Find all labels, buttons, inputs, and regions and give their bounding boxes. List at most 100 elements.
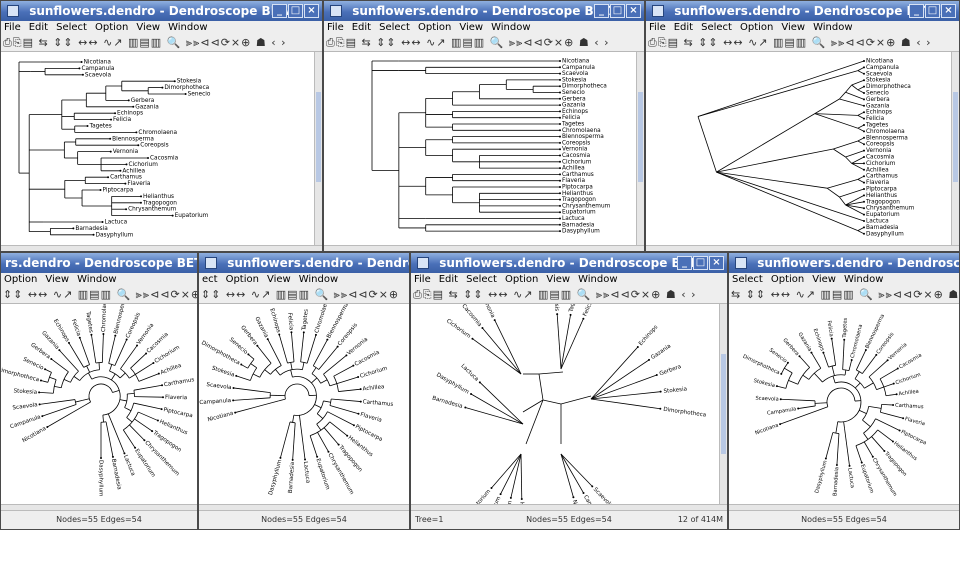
close-button[interactable]: × (304, 4, 319, 18)
leaf-node[interactable] (559, 230, 561, 233)
menu-file[interactable]: File (649, 22, 666, 33)
title-bar[interactable]: sunflowers.dendro - Dendroscope BETA _ □… (324, 1, 644, 21)
leaf-node[interactable] (359, 388, 362, 391)
leaf-node[interactable] (80, 61, 83, 63)
leaf-node[interactable] (114, 334, 117, 337)
leaf-node[interactable] (357, 412, 360, 415)
taxon-label[interactable]: Scaevola (206, 382, 232, 391)
leaf-node[interactable] (493, 319, 496, 322)
menu-select[interactable]: Select (732, 274, 763, 285)
taxon-label[interactable]: Nicotiana (562, 59, 590, 65)
taxon-label[interactable]: Cacosmia (562, 153, 591, 159)
leaf-node[interactable] (171, 214, 174, 217)
leaf-node[interactable] (147, 157, 150, 159)
dendroscope-window-circular-phylogram[interactable]: sunflowers.dendro - Dendroscope B Select… (728, 252, 960, 530)
taxon-label[interactable]: Eupatorium (562, 210, 596, 216)
taxon-label[interactable]: Echinops (812, 328, 826, 352)
leaf-node[interactable] (123, 452, 126, 455)
leaf-node[interactable] (326, 338, 329, 341)
taxon-label[interactable]: Scaevola (12, 402, 38, 411)
scroll-thumb[interactable] (721, 354, 726, 454)
leaf-node[interactable] (81, 73, 84, 76)
taxon-label[interactable]: Chromolaena (314, 304, 331, 334)
taxon-label[interactable]: Chrysanthemum (562, 203, 611, 209)
leaf-node[interactable] (863, 66, 865, 69)
taxon-label[interactable]: Blennosperma (562, 134, 604, 140)
leaf-node[interactable] (582, 317, 585, 320)
leaf-node[interactable] (810, 351, 813, 354)
taxon-label[interactable]: Gerbera (781, 337, 800, 357)
maximize-button[interactable]: □ (693, 256, 708, 270)
vertical-scrollbar[interactable] (951, 52, 959, 245)
leaf-node[interactable] (481, 327, 484, 330)
leaf-node[interactable] (125, 338, 128, 341)
taxon-label[interactable]: Senecio (866, 91, 889, 97)
leaf-node[interactable] (161, 384, 164, 387)
toolbar[interactable]: ⎙⎘▤ ⇆ ⇕⇕ ↔↔ ∿↗ ▥▤▥ 🔍 ⫸⫸⊲⊲⟳⨯⊕ ☗ ‹ › (411, 287, 727, 304)
taxon-label[interactable]: Nicotiana (866, 59, 894, 65)
taxon-label[interactable]: Campanula (10, 414, 42, 430)
leaf-node[interactable] (137, 144, 140, 147)
taxon-label[interactable]: Dimorphotheca (663, 407, 707, 419)
leaf-node[interactable] (875, 353, 878, 356)
taxon-label[interactable]: Chromolaena (866, 129, 905, 135)
menu-option[interactable]: Option (505, 274, 538, 285)
leaf-node[interactable] (490, 486, 493, 489)
taxon-label[interactable]: Stokesia (13, 388, 37, 395)
taxon-label[interactable]: Carthamus (562, 172, 594, 178)
taxon-label[interactable]: Senecio (228, 337, 249, 356)
taxon-label[interactable]: Cichorium (895, 372, 922, 386)
menu-option[interactable]: Option (771, 274, 804, 285)
leaf-node[interactable] (559, 217, 561, 220)
taxon-label[interactable]: Tagetes (842, 317, 849, 338)
leaf-node[interactable] (559, 179, 561, 182)
leaf-node[interactable] (871, 455, 874, 458)
taxon-label[interactable]: Helianthus (866, 193, 897, 199)
menu-select[interactable]: Select (56, 22, 87, 33)
leaf-node[interactable] (78, 67, 81, 70)
taxon-label[interactable]: Barnadesia (75, 226, 108, 232)
leaf-node[interactable] (636, 345, 639, 348)
taxon-label[interactable]: Campanula (767, 406, 797, 416)
horizontal-scrollbar[interactable] (1, 245, 322, 251)
leaf-node[interactable] (779, 398, 782, 401)
menu-view[interactable]: View (45, 274, 69, 285)
taxon-label[interactable]: Flaveria (359, 412, 382, 424)
taxon-label[interactable]: Carthamus (895, 403, 924, 411)
taxon-label[interactable]: Gazania (797, 332, 813, 353)
leaf-node[interactable] (797, 407, 800, 410)
leaf-node[interactable] (559, 66, 561, 69)
taxon-label[interactable]: Piptocarpa (900, 429, 927, 446)
taxon-label[interactable]: Echinops (866, 110, 892, 116)
leaf-node[interactable] (92, 233, 95, 236)
taxon-label[interactable]: Lactuca (302, 461, 311, 483)
leaf-node[interactable] (863, 194, 865, 197)
taxon-label[interactable]: Gazania (866, 103, 890, 109)
leaf-node[interactable] (648, 358, 651, 361)
leaf-node[interactable] (559, 160, 561, 163)
leaf-node[interactable] (559, 204, 561, 207)
taxon-label[interactable]: Gerbera (131, 98, 155, 104)
horizontal-scrollbar[interactable] (646, 245, 959, 251)
menu-view[interactable]: View (267, 274, 291, 285)
taxon-label[interactable]: Coreopsis (125, 312, 142, 339)
vertical-scrollbar[interactable] (314, 52, 322, 245)
leaf-node[interactable] (357, 376, 360, 379)
leaf-node[interactable] (860, 461, 863, 464)
leaf-node[interactable] (582, 491, 585, 494)
taxon-label[interactable]: Barnadesia (110, 458, 122, 490)
taxon-label[interactable]: Coreopsis (866, 142, 894, 148)
taxon-label[interactable]: Coreopsis (552, 304, 560, 311)
leaf-node[interactable] (863, 213, 865, 216)
taxon-label[interactable]: Flaveria (165, 395, 187, 401)
taxon-label[interactable]: Eupatorium (314, 458, 330, 491)
leaf-node[interactable] (559, 198, 561, 201)
taxon-label[interactable]: Gazania (135, 104, 159, 110)
leaf-node[interactable] (863, 72, 865, 75)
taxon-label[interactable]: Dimorphotheca (164, 85, 209, 91)
leaf-node[interactable] (46, 426, 49, 428)
taxon-label[interactable]: Scaevola (85, 72, 112, 78)
taxon-label[interactable]: Tagetes (88, 124, 111, 130)
leaf-node[interactable] (863, 124, 865, 126)
taxon-label[interactable]: Vernonia (346, 337, 369, 357)
